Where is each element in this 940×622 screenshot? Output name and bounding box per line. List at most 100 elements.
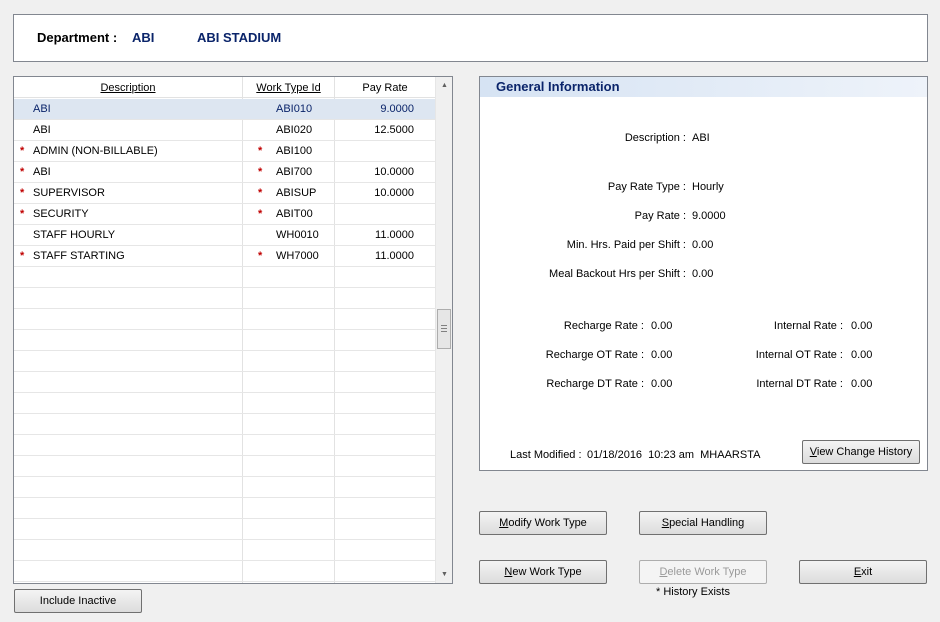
hotkey-letter: M — [499, 517, 509, 529]
meal-backout-label: Meal Backout Hrs per Shift : — [549, 268, 686, 280]
row-description: STAFF HOURLY — [33, 229, 116, 241]
modify-work-type-button[interactable]: Modify Work Type — [479, 511, 607, 535]
required-star-icon — [258, 99, 268, 119]
button-label: xit — [861, 566, 873, 578]
table-row[interactable]: * ABI * ABI700 10.0000 — [14, 162, 435, 183]
row-pay-rate — [338, 204, 414, 224]
row-pay-rate: 11.0000 — [375, 229, 414, 241]
table-row[interactable] — [14, 561, 435, 582]
grip-line — [441, 325, 447, 326]
grip-line — [441, 328, 447, 329]
table-row[interactable]: * ADMIN (NON-BILLABLE) * ABI100 — [14, 141, 435, 162]
table-row[interactable]: ABI ABI010 9.0000 — [14, 99, 435, 120]
row-pay-rate — [338, 141, 414, 161]
min-hrs-label: Min. Hrs. Paid per Shift : — [566, 239, 686, 251]
internal-dt-rate-label: Internal DT Rate : — [756, 378, 843, 390]
min-hrs-value: 0.00 — [692, 239, 714, 251]
description-label: Description : — [624, 132, 686, 144]
row-work-type-id: ABI020 — [276, 124, 313, 136]
delete-work-type-button[interactable]: Delete Work Type — [639, 560, 767, 584]
required-star-icon: * — [258, 145, 263, 157]
required-star-icon: * — [20, 166, 25, 178]
table-row[interactable]: * SUPERVISOR * ABISUP 10.0000 — [14, 183, 435, 204]
required-star-icon: * — [258, 187, 263, 199]
table-row[interactable] — [14, 498, 435, 519]
hotkey-letter: S — [661, 517, 670, 529]
required-star-icon: * — [20, 187, 25, 199]
department-code: ABI — [132, 30, 155, 45]
pay-rate-value: 9.0000 — [692, 210, 726, 222]
recharge-dt-rate-value: 0.00 — [651, 378, 673, 390]
table-row[interactable] — [14, 330, 435, 351]
view-change-history-button[interactable]: View Change History — [802, 440, 920, 464]
row-pay-rate: 10.0000 — [374, 166, 414, 178]
row-work-type-id: ABI100 — [276, 145, 313, 157]
required-star-icon — [20, 120, 30, 140]
internal-ot-rate-label: Internal OT Rate : — [755, 349, 843, 361]
table-row[interactable] — [14, 351, 435, 372]
row-description: ADMIN (NON-BILLABLE) — [33, 145, 158, 157]
scroll-down-arrow-icon[interactable]: ▼ — [436, 566, 452, 583]
column-header-description[interactable]: Description — [14, 77, 242, 98]
table-row[interactable] — [14, 540, 435, 561]
required-star-icon: * — [258, 250, 263, 262]
internal-rate-value: 0.00 — [851, 320, 873, 332]
row-description: SUPERVISOR — [33, 187, 105, 199]
department-label: Department : — [37, 30, 118, 45]
description-value: ABI — [692, 132, 710, 144]
row-pay-rate: 12.5000 — [374, 124, 414, 136]
button-label: iew Change History — [816, 446, 913, 458]
table-row[interactable] — [14, 393, 435, 414]
table-row[interactable]: STAFF HOURLY WH0010 11.0000 — [14, 225, 435, 246]
recharge-ot-rate-label: Recharge OT Rate : — [545, 349, 644, 361]
table-row[interactable] — [14, 288, 435, 309]
required-star-icon — [258, 225, 268, 245]
table-row[interactable] — [14, 372, 435, 393]
include-inactive-button[interactable]: Include Inactive — [14, 589, 142, 613]
row-work-type-id: ABI700 — [276, 166, 313, 178]
button-label: elete Work Type — [667, 566, 747, 578]
internal-dt-rate-value: 0.00 — [851, 378, 873, 390]
table-row[interactable]: ABI ABI020 12.5000 — [14, 120, 435, 141]
row-work-type-id: WH7000 — [276, 250, 319, 262]
required-star-icon: * — [20, 208, 25, 220]
internal-rate-label: Internal Rate : — [773, 320, 843, 332]
recharge-ot-rate-value: 0.00 — [651, 349, 673, 361]
row-description: SECURITY — [33, 208, 89, 220]
recharge-rate-value: 0.00 — [651, 320, 673, 332]
table-row[interactable] — [14, 477, 435, 498]
table-row[interactable]: * SECURITY * ABIT00 — [14, 204, 435, 225]
row-pay-rate: 11.0000 — [375, 250, 414, 262]
grid-vertical-scrollbar[interactable]: ▲ ▼ — [435, 77, 452, 583]
column-header-work-type-id[interactable]: Work Type Id — [243, 77, 334, 98]
table-row[interactable] — [14, 456, 435, 477]
last-modified-value: 01/18/2016 10:23 am MHAARSTA — [587, 449, 761, 461]
row-work-type-id: ABISUP — [276, 187, 317, 199]
scroll-thumb[interactable] — [437, 309, 451, 349]
table-row[interactable]: * STAFF STARTING * WH7000 11.0000 — [14, 246, 435, 267]
meal-backout-value: 0.00 — [692, 268, 714, 280]
scroll-up-arrow-icon[interactable]: ▲ — [436, 77, 452, 94]
exit-button[interactable]: Exit — [799, 560, 927, 584]
required-star-icon: * — [258, 166, 263, 178]
table-row[interactable] — [14, 267, 435, 288]
last-modified-label: Last Modified : — [510, 449, 582, 461]
table-row[interactable] — [14, 519, 435, 540]
department-name: ABI STADIUM — [197, 30, 282, 45]
required-star-icon: * — [258, 208, 263, 220]
table-row[interactable] — [14, 435, 435, 456]
new-work-type-button[interactable]: New Work Type — [479, 560, 607, 584]
recharge-rate-label: Recharge Rate : — [563, 320, 644, 332]
button-label: odify Work Type — [508, 517, 587, 529]
row-description: ABI — [33, 124, 51, 136]
column-header-pay-rate[interactable]: Pay Rate — [335, 77, 435, 98]
hotkey-letter: V — [809, 446, 817, 458]
table-row[interactable] — [14, 414, 435, 435]
required-star-icon — [20, 99, 30, 119]
row-pay-rate: 9.0000 — [380, 103, 414, 115]
table-row[interactable] — [14, 309, 435, 330]
general-information-title: General Information — [480, 77, 927, 97]
internal-ot-rate-value: 0.00 — [851, 349, 873, 361]
work-type-grid[interactable]: Description Work Type Id Pay Rate ABI ABI… — [13, 76, 453, 584]
special-handling-button[interactable]: Special Handling — [639, 511, 767, 535]
